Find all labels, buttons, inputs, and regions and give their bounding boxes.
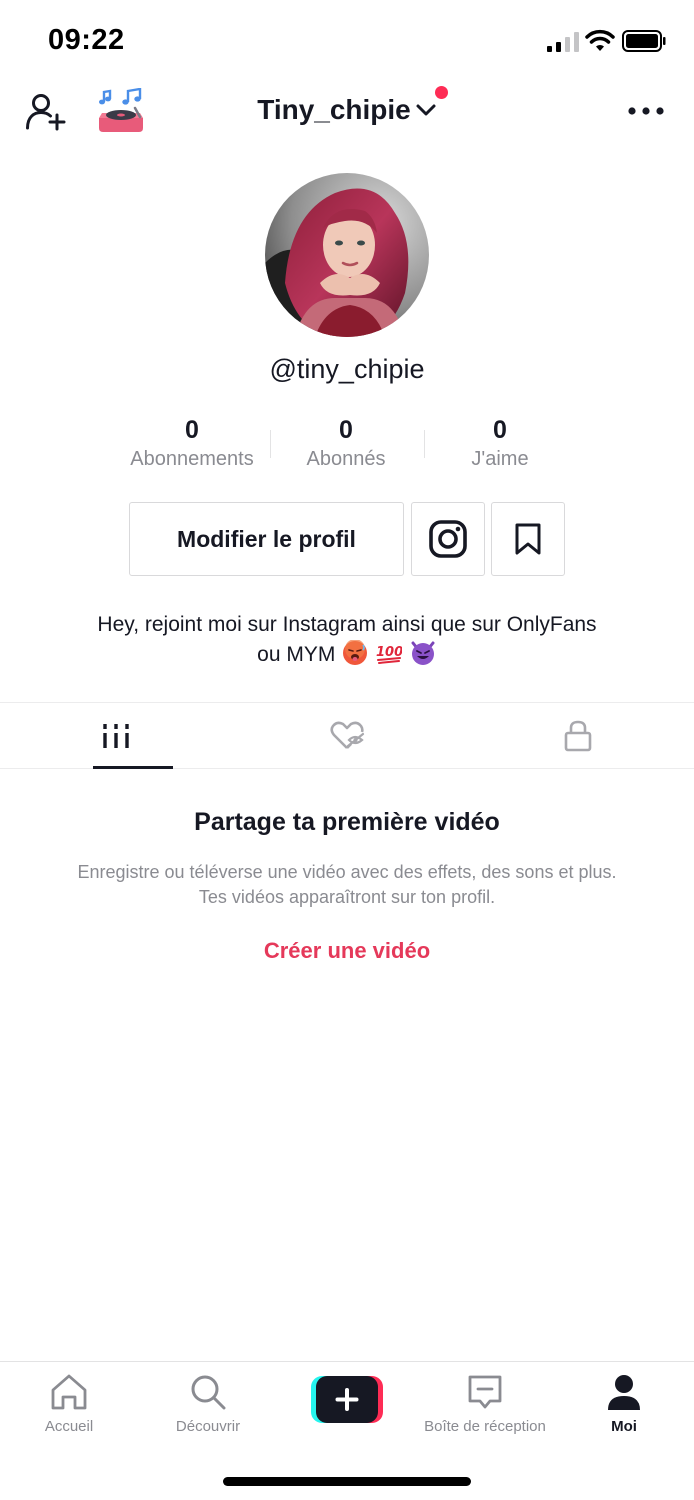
notification-dot <box>435 86 448 99</box>
smiling-devil-emoji-icon <box>411 641 435 665</box>
bio-line-2-wrap: ou MYM 100 <box>40 640 654 670</box>
nav-discover[interactable]: Découvrir <box>133 1370 283 1435</box>
stat-likes[interactable]: 0 J'aime <box>423 414 577 478</box>
stat-following[interactable]: 0 Abonnements <box>115 414 269 478</box>
username-title: Tiny_chipie <box>257 94 411 125</box>
followers-label: Abonnés <box>306 448 386 470</box>
profile-handle: @tiny_chipie <box>269 354 425 384</box>
profile-photo <box>265 173 429 337</box>
profile-header: Tiny_chipie <box>0 80 694 144</box>
grid-icon <box>102 723 129 748</box>
likes-count: 0 <box>493 416 507 444</box>
chevron-down-icon <box>416 104 436 116</box>
stat-followers[interactable]: 0 Abonnés <box>269 414 423 478</box>
plus-icon <box>311 1376 383 1423</box>
home-indicator <box>223 1477 471 1486</box>
cellular-signal-icon <box>547 32 579 52</box>
nav-profile-label: Moi <box>611 1418 637 1435</box>
instagram-button[interactable] <box>411 502 485 576</box>
likes-label: J'aime <box>471 448 529 470</box>
empty-state-description: Enregistre ou téléverse une vidéo avec d… <box>77 862 617 907</box>
search-icon <box>186 1370 230 1414</box>
more-options-button[interactable] <box>626 96 666 126</box>
empty-state-title: Partage ta première vidéo <box>194 808 500 836</box>
create-button[interactable] <box>311 1376 383 1423</box>
home-icon <box>47 1370 91 1414</box>
status-time: 09:22 <box>48 24 125 56</box>
followers-count: 0 <box>339 416 353 444</box>
nav-home-label: Accueil <box>44 1418 94 1435</box>
favorites-button[interactable] <box>491 502 565 576</box>
following-count: 0 <box>185 416 199 444</box>
nav-discover-label: Découvrir <box>175 1418 241 1435</box>
hundred-points-emoji-icon: 100 <box>376 645 402 664</box>
bio-line-1: Hey, rejoint moi sur Instagram ainsi que… <box>97 613 597 636</box>
nav-inbox[interactable]: Boîte de réception <box>410 1370 560 1435</box>
nav-profile[interactable]: Moi <box>549 1370 694 1435</box>
hidden-likes-icon <box>330 721 365 749</box>
instagram-icon <box>429 520 467 558</box>
tab-liked[interactable] <box>231 703 462 768</box>
profile-icon <box>602 1370 646 1414</box>
bio-line-2: ou MYM <box>257 643 336 666</box>
profile-stats: 0 Abonnements 0 Abonnés 0 J'aime <box>115 414 579 478</box>
create-video-link[interactable]: Créer une vidéo <box>0 938 694 964</box>
status-bar: 09:22 <box>0 0 694 80</box>
bookmark-icon <box>515 523 541 555</box>
inbox-icon <box>463 1370 507 1414</box>
battery-icon <box>622 30 666 52</box>
profile-tabs <box>0 702 694 769</box>
profile-bio: Hey, rejoint moi sur Instagram ainsi que… <box>40 610 654 670</box>
following-label: Abonnements <box>130 448 254 470</box>
edit-profile-button[interactable]: Modifier le profil <box>129 502 404 576</box>
tab-videos[interactable] <box>0 703 231 769</box>
nav-home[interactable]: Accueil <box>0 1370 144 1435</box>
tab-private[interactable] <box>463 703 694 768</box>
wifi-icon <box>585 29 615 51</box>
active-tab-indicator <box>93 766 173 769</box>
lock-icon <box>565 720 592 751</box>
more-dots-icon <box>628 107 664 115</box>
hot-face-emoji-icon <box>343 640 368 665</box>
nav-inbox-label: Boîte de réception <box>424 1418 546 1435</box>
avatar[interactable] <box>265 173 429 337</box>
account-switcher[interactable]: Tiny_chipie <box>0 94 694 126</box>
